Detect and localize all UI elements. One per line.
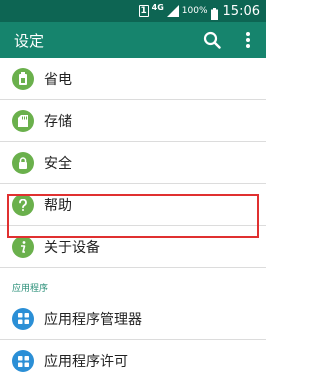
battery-status-icon	[210, 5, 218, 20]
app-grid-icon	[12, 350, 34, 372]
settings-item-power-saving[interactable]: 省电	[0, 58, 266, 100]
info-icon	[12, 235, 34, 258]
settings-item-label: 应用程序许可	[44, 354, 128, 370]
status-bar: 1 4G 100% 15:06	[0, 0, 266, 22]
settings-item-app-permissions[interactable]: 应用程序许可	[0, 340, 266, 374]
more-options-button[interactable]	[230, 22, 266, 58]
clock: 15:06	[222, 3, 260, 19]
signal-icon	[166, 5, 179, 17]
sim-slot-badge: 1	[138, 5, 149, 17]
app-grid-icon	[12, 307, 34, 330]
app-bar: 设定	[0, 22, 266, 58]
lock-icon	[12, 151, 34, 174]
settings-item-label: 存储	[44, 113, 72, 130]
more-vert-icon	[246, 32, 250, 48]
battery-percent: 100%	[181, 6, 208, 16]
section-header-applications: 应用程序	[12, 283, 49, 294]
settings-item-app-manager[interactable]: 应用程序管理器	[0, 298, 266, 340]
settings-item-label: 应用程序管理器	[44, 311, 142, 328]
settings-item-storage[interactable]: 存储	[0, 100, 266, 142]
battery-icon	[12, 67, 34, 90]
highlight-box	[7, 194, 259, 238]
settings-item-security[interactable]: 安全	[0, 142, 266, 184]
sd-card-icon	[12, 109, 34, 132]
settings-item-label: 关于设备	[44, 239, 100, 256]
applications-list: 应用程序管理器 应用程序许可	[0, 298, 266, 374]
settings-item-label: 安全	[44, 155, 72, 172]
page-title: 设定	[14, 31, 45, 50]
search-icon	[203, 31, 221, 49]
search-button[interactable]	[194, 22, 230, 58]
network-type: 4G	[151, 3, 164, 12]
settings-item-label: 省电	[44, 71, 72, 88]
